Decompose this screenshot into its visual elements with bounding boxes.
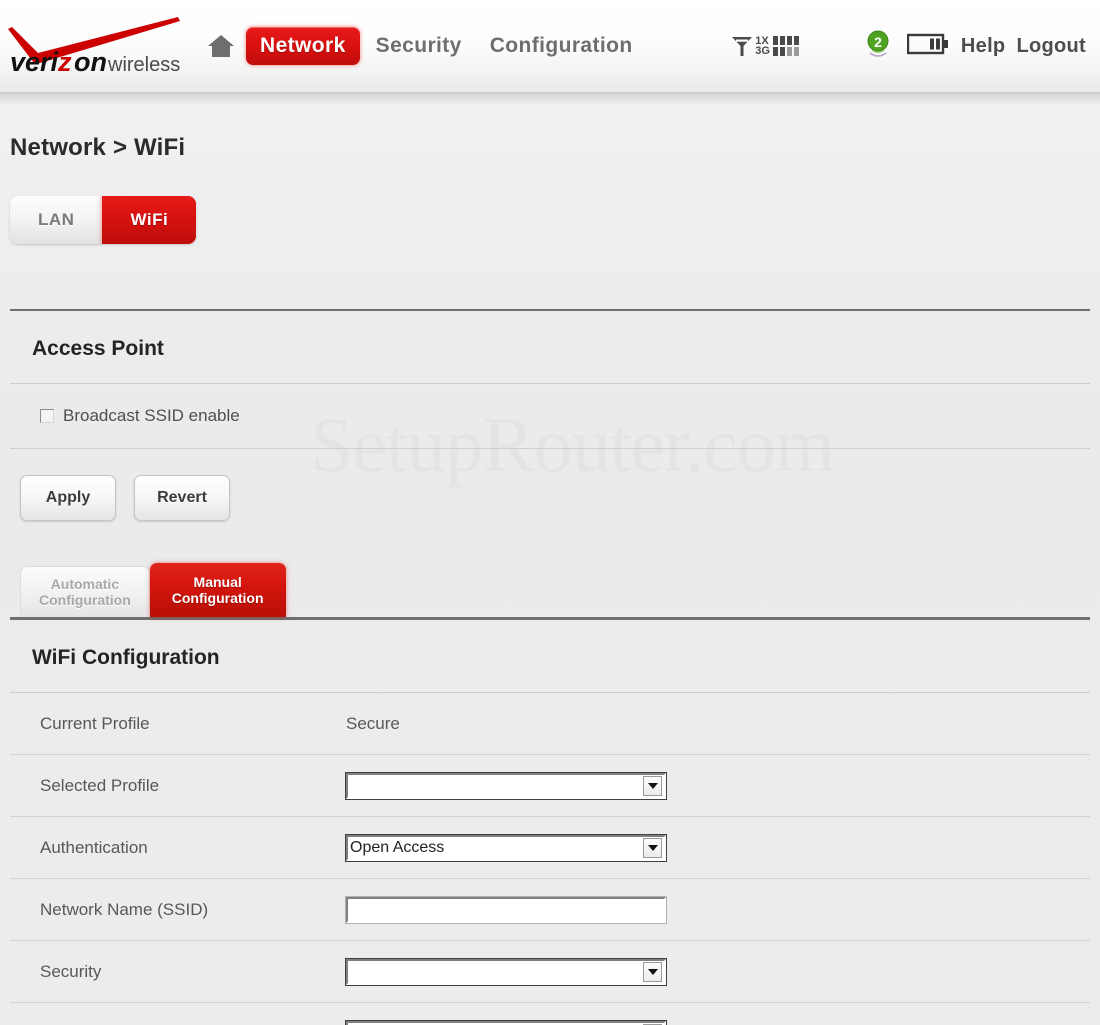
help-link[interactable]: Help: [961, 35, 1006, 58]
label-current-profile: Current Profile: [40, 713, 150, 733]
signal-antenna-icon: [732, 37, 753, 56]
selected-profile-select[interactable]: [345, 771, 667, 800]
form-row-partial-next: [10, 1003, 1090, 1025]
svg-text:on: on: [74, 47, 107, 77]
apply-button[interactable]: Apply: [20, 475, 116, 521]
home-icon[interactable]: [206, 31, 236, 61]
form-row-current-profile: Current Profile Secure: [10, 693, 1090, 755]
form-row-network-name: Network Name (SSID): [10, 879, 1090, 941]
header-divider: [0, 92, 1100, 104]
partial-next-select-wrap: [345, 1019, 667, 1025]
nav-item-security[interactable]: Security: [364, 28, 474, 64]
form-row-security: Security: [10, 941, 1090, 1003]
signal-3g-label: 3G: [755, 45, 770, 57]
broadcast-ssid-label: Broadcast SSID enable: [63, 406, 240, 425]
authentication-select[interactable]: Open Access: [345, 833, 667, 862]
label-security: Security: [40, 961, 102, 981]
selected-profile-select-wrap: [345, 771, 667, 800]
page-header: veri z on wireless Network Security Conf…: [0, 0, 1100, 92]
lan-wifi-toggle: LAN WiFi: [10, 196, 197, 244]
configuration-tabs: Automatic Configuration Manual Configura…: [20, 563, 1090, 617]
segment-wifi[interactable]: WiFi: [102, 196, 197, 244]
svg-text:veri: veri: [10, 47, 59, 77]
svg-text:2: 2: [874, 34, 882, 50]
header-links: Help Logout: [961, 35, 1086, 58]
broadcast-ssid-checkbox[interactable]: [40, 409, 54, 423]
broadcast-ssid-row: Broadcast SSID enable: [10, 384, 1090, 448]
breadcrumb: Network > WiFi: [10, 134, 186, 161]
page-content: Network > WiFi LAN WiFi Access Point Bro…: [0, 134, 1100, 1025]
router-admin-page: SetupRouter.com veri z on wireless Netwo…: [0, 0, 1100, 1025]
verizon-logo[interactable]: veri z on wireless: [4, 15, 190, 77]
label-selected-profile: Selected Profile: [40, 775, 160, 795]
wifi-configuration-form: Current Profile Secure Selected Profile …: [10, 693, 1090, 1025]
nav-item-network[interactable]: Network: [246, 27, 360, 65]
partial-next-select[interactable]: [345, 1019, 667, 1025]
form-row-authentication: Authentication Open Access: [10, 817, 1090, 879]
tab-manual-configuration[interactable]: Manual Configuration: [149, 563, 286, 617]
form-row-selected-profile: Selected Profile: [10, 755, 1090, 817]
action-buttons: Apply Revert: [10, 449, 1090, 521]
security-select-wrap: [345, 957, 667, 986]
signal-bars: [772, 36, 799, 56]
authentication-select-wrap: Open Access: [345, 833, 667, 862]
nav-item-configuration[interactable]: Configuration: [478, 28, 645, 64]
signal-tech-labels: 1X 3G: [755, 36, 770, 57]
network-name-input[interactable]: [345, 895, 667, 924]
svg-text:z: z: [57, 47, 72, 77]
signal-strength-indicator: 1X 3G: [731, 34, 799, 58]
battery-icon: [906, 32, 949, 61]
logout-link[interactable]: Logout: [1016, 35, 1086, 58]
segment-lan[interactable]: LAN: [10, 196, 103, 244]
label-network-name: Network Name (SSID): [40, 899, 209, 919]
status-indicators: 1X 3G 2 Help Logout: [731, 29, 1086, 64]
value-current-profile: Secure: [346, 713, 400, 733]
tab-automatic-configuration[interactable]: Automatic Configuration: [20, 566, 150, 617]
security-select[interactable]: [345, 957, 667, 986]
label-authentication: Authentication: [40, 837, 148, 857]
connected-devices-icon: 2: [863, 29, 893, 64]
wifi-configuration-title: WiFi Configuration: [32, 646, 220, 669]
access-point-title: Access Point: [32, 337, 164, 360]
svg-text:wireless: wireless: [107, 54, 180, 76]
revert-button[interactable]: Revert: [134, 475, 230, 521]
main-nav: Network Security Configuration: [246, 27, 645, 65]
